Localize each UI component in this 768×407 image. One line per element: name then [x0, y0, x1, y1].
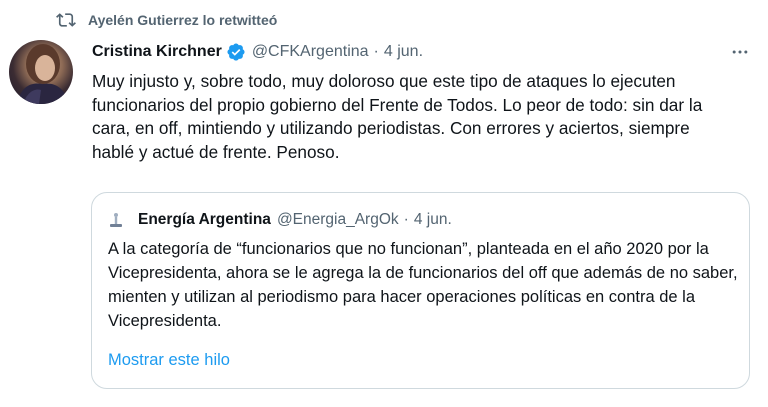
author-handle[interactable]: @CFKArgentina — [252, 43, 369, 61]
quoted-tweet-text: A la categoría de “funcionarios que no f… — [108, 240, 738, 330]
quoted-author-handle: @Energia_ArgOk — [276, 211, 399, 228]
tweet-text: Muy injusto y, sobre todo, muy doloroso … — [92, 71, 703, 162]
quoted-tweet-date: 4 jun. — [413, 211, 452, 228]
quoted-tweet-card[interactable]: Energía Argentina @Energia_ArgOk · 4 jun… — [91, 192, 750, 389]
quoted-author-name: Energía Argentina — [138, 211, 271, 228]
tweet-date[interactable]: 4 jun. — [384, 43, 423, 61]
retweet-label: Ayelén Gutierrez lo retwitteó — [88, 12, 278, 28]
separator-dot: · — [403, 211, 409, 228]
retweet-icon — [56, 10, 76, 30]
quoted-tweet-header: Energía Argentina @Energia_ArgOk · 4 jun… — [108, 209, 452, 231]
quoted-author-avatar-icon — [108, 211, 124, 229]
separator-dot: · — [373, 43, 379, 60]
more-options-icon[interactable] — [728, 40, 752, 64]
verified-badge-icon — [226, 42, 246, 62]
tweet-header: Cristina Kirchner @CFKArgentina · 4 jun. — [92, 40, 748, 64]
author-name[interactable]: Cristina Kirchner — [92, 43, 222, 61]
show-thread-link[interactable]: Mostrar este hilo — [108, 351, 230, 370]
avatar[interactable] — [9, 40, 73, 104]
retweet-context[interactable]: Ayelén Gutierrez lo retwitteó — [56, 10, 277, 30]
